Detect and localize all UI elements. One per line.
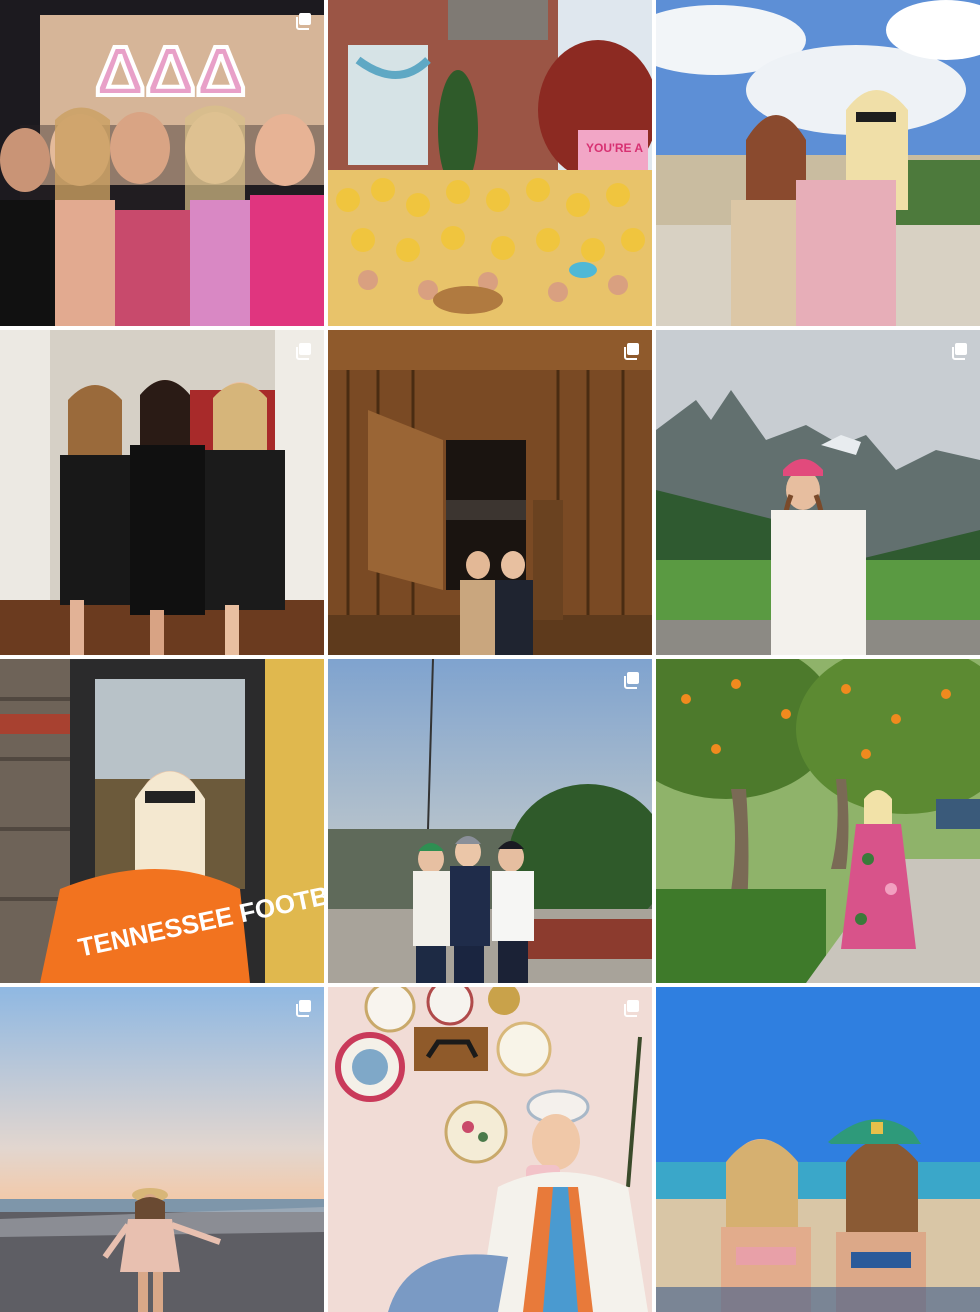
grid-post-7[interactable]: TENNESSEE FOOTBALL <box>0 659 324 983</box>
grid-post-5[interactable] <box>328 330 652 655</box>
post-6-photo <box>656 330 980 655</box>
sign-text: YOU'RE A <box>586 141 643 155</box>
carousel-icon <box>624 672 639 689</box>
post-4-photo <box>0 330 324 655</box>
grid-post-2[interactable]: YOU'RE A <box>328 0 652 326</box>
post-8-photo <box>328 659 652 983</box>
post-12-photo <box>656 987 980 1312</box>
post-7-photo: TENNESSEE FOOTBALL <box>0 659 324 983</box>
post-2-photo: YOU'RE A <box>328 0 652 326</box>
photo-grid: ΔΔΔ YOU'RE A TENNESSEE FOOTBALL <box>0 0 980 1312</box>
post-5-photo <box>328 330 652 655</box>
grid-post-3[interactable] <box>656 0 980 326</box>
grid-post-8[interactable] <box>328 659 652 983</box>
post-1-photo: ΔΔΔ <box>0 0 324 326</box>
grid-post-1[interactable]: ΔΔΔ <box>0 0 324 326</box>
post-3-photo <box>656 0 980 326</box>
grid-post-4[interactable] <box>0 330 324 655</box>
carousel-icon <box>296 343 311 360</box>
carousel-icon <box>952 343 967 360</box>
grid-post-6[interactable] <box>656 330 980 655</box>
grid-post-11[interactable] <box>328 987 652 1312</box>
banner-letters: ΔΔΔ <box>95 32 246 110</box>
post-9-photo <box>656 659 980 983</box>
grid-post-10[interactable] <box>0 987 324 1312</box>
carousel-icon <box>296 13 311 30</box>
post-10-photo <box>0 987 324 1312</box>
carousel-icon <box>624 343 639 360</box>
post-11-photo <box>328 987 652 1312</box>
carousel-icon <box>296 1000 311 1017</box>
carousel-icon <box>624 1000 639 1017</box>
grid-post-9[interactable] <box>656 659 980 983</box>
grid-post-12[interactable] <box>656 987 980 1312</box>
